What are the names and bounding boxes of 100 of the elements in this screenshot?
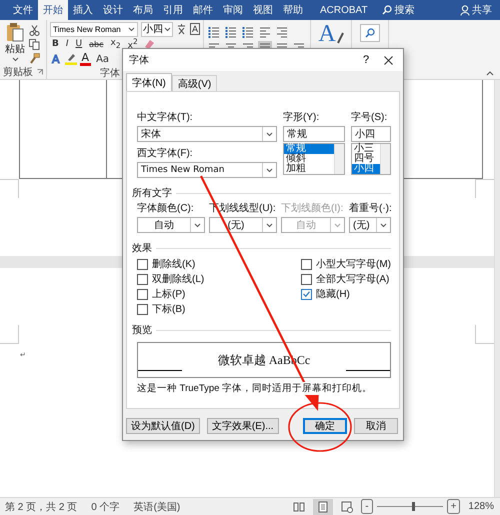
read-mode-icon[interactable] [293,500,306,512]
ribbon-tab[interactable]: ACROBAT [308,0,376,20]
scrollbar[interactable] [380,144,390,174]
list-box[interactable]: 常规 倾斜 加粗 [283,143,345,175]
ribbon-tab[interactable]: 文件 [8,0,38,20]
caret-icon[interactable] [164,26,171,32]
dialog-button[interactable]: 文字效果(E)... [206,418,279,434]
copy-icon[interactable] [29,39,40,50]
caret-icon [266,131,273,137]
change-case-button[interactable]: Aa [94,54,112,64]
list-item[interactable]: 四号 [352,154,380,164]
ribbon-tab[interactable]: 视图 [248,0,278,20]
dialog-button[interactable]: 设为默认值(D) [126,418,200,434]
checkbox[interactable] [301,288,312,300]
decrease-indent-icon[interactable] [258,24,272,40]
font-color-button[interactable]: A [80,52,92,66]
font-combo-box[interactable]: Times New Roman [137,162,277,178]
ribbon-tab[interactable]: 开始 [38,0,68,20]
zoom-out-button[interactable]: - [361,499,373,514]
multilevel-list-icon[interactable] [241,24,255,40]
font-size-box[interactable]: 小四 [141,22,173,36]
font-name-box[interactable]: Times New Roman [50,22,138,36]
dropdown[interactable]: (无) [209,217,277,233]
format-button[interactable]: B [50,39,61,49]
zoom-in-button[interactable]: + [446,499,460,514]
search-icon[interactable] [382,5,392,15]
view-button[interactable] [313,498,334,514]
brush-icon [336,32,344,46]
dialog-tab[interactable]: 高级(V) [172,75,218,91]
ribbon-tab[interactable]: 帮助 [278,0,308,20]
dialog-tab[interactable]: 字体(N) [126,73,172,91]
list-item[interactable]: 小三 [352,144,380,154]
list-item[interactable]: 加粗 [284,164,334,174]
help-button[interactable]: ? [354,54,378,66]
checkbox-label[interactable]: 全部大写字母(A) [316,272,390,286]
ribbon-tab[interactable]: 邮件 [188,0,218,20]
checkbox[interactable] [137,258,148,270]
format-button[interactable]: abc [87,40,106,48]
paintbrush-icon[interactable] [29,53,40,64]
input-field[interactable]: 常规 [283,126,345,142]
share-button[interactable]: 共享 [472,3,492,17]
zoom-level[interactable]: 128% [468,501,494,512]
print-layout-icon[interactable] [317,500,330,512]
text-effect-button[interactable]: A [50,52,62,66]
dialog-button[interactable]: 确定 [303,418,347,434]
checkbox-label[interactable]: 删除线(K) [152,257,196,271]
checkbox[interactable] [137,304,148,314]
increase-indent-icon[interactable] [275,24,289,40]
close-icon[interactable] [384,56,393,64]
paste-button[interactable]: 粘贴 [5,22,25,56]
slider-thumb[interactable] [412,502,415,511]
checkbox[interactable] [137,288,148,300]
ribbon-tab[interactable]: 插入 [68,0,98,20]
person-icon[interactable] [460,4,470,16]
checkbox-label[interactable]: 下标(B) [152,302,186,316]
page-count[interactable]: 第 2 页，共 2 页 [5,500,78,514]
numbering-icon[interactable] [224,24,238,40]
checkbox-label[interactable]: 上标(P) [152,287,186,301]
language[interactable]: 英语(美国) [134,500,180,514]
checkbox-label[interactable]: 隐藏(H) [316,287,350,301]
launcher-icon[interactable] [37,69,43,75]
format-button[interactable]: U [74,39,84,49]
dialog-button[interactable]: 取消 [354,418,398,434]
dropdown[interactable]: 自动 [137,217,205,233]
bullets-icon[interactable] [207,24,221,40]
find-button[interactable] [360,24,380,42]
styles-button[interactable]: A [318,22,344,46]
word-count[interactable]: 0 个字 [91,500,120,514]
checkbox-label[interactable]: 双删除线(L) [152,272,204,286]
checkbox[interactable] [301,274,312,284]
checkbox[interactable] [301,258,312,270]
crop-mark [0,325,19,344]
input-field[interactable]: 小四 [351,126,391,142]
list-item[interactable]: 倾斜 [284,154,334,164]
scrollbar[interactable] [334,144,344,174]
character-border-button[interactable]: A [190,23,200,35]
caret-icon [380,222,387,228]
scrollbar[interactable] [494,80,500,497]
section-heading: 预览 [132,324,152,337]
ribbon-tab[interactable]: 布局 [128,0,158,20]
web-layout-icon[interactable] [341,500,354,512]
font-combo-box[interactable]: 宋体 [137,126,277,142]
highlighter-icon[interactable] [64,53,77,65]
scissors-icon[interactable] [29,25,40,36]
checkbox[interactable] [137,274,148,284]
section-heading: 所有文字 [132,186,172,200]
caret-icon[interactable] [12,56,18,62]
list-item[interactable]: 常规 [284,144,334,154]
dropdown[interactable]: (无) [349,217,391,233]
ribbon-tab[interactable]: 引用 [158,0,188,20]
search-label[interactable]: 搜索 [394,3,415,17]
crop-mark [0,179,19,198]
format-button[interactable]: I [64,39,71,49]
collapse-icon[interactable] [486,71,494,76]
ribbon-tab[interactable]: 设计 [98,0,128,20]
format-button[interactable]: x$^{2}$ [126,37,140,51]
format-button[interactable]: x$_{2}$ [108,38,123,50]
checkbox-label[interactable]: 小型大写字母(M) [316,257,391,271]
ribbon-tab[interactable]: 审阅 [218,0,248,20]
caret-icon[interactable] [128,26,135,32]
